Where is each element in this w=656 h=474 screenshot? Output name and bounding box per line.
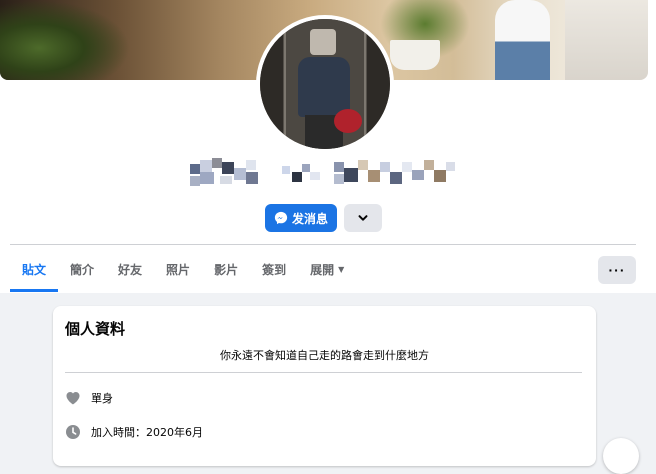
ellipsis-icon: ··· [608, 262, 626, 278]
floating-action-button[interactable] [603, 438, 639, 474]
joined-date-text: 加入時間：2020年6月 [91, 426, 203, 439]
profile-tabs: 貼文 簡介 好友 照片 影片 簽到 展開 ▼ [10, 246, 356, 292]
tab-photos[interactable]: 照片 [154, 246, 202, 292]
header-divider [10, 244, 636, 245]
caret-down-icon: ▼ [338, 264, 345, 274]
tab-checkins[interactable]: 簽到 [250, 246, 298, 292]
send-message-button[interactable]: 发消息 [265, 204, 337, 232]
tab-more[interactable]: 展開 ▼ [298, 246, 356, 292]
tab-posts[interactable]: 貼文 [10, 246, 59, 292]
messenger-icon [274, 211, 288, 225]
relationship-status-row: 單身 [65, 390, 113, 406]
intro-card: 個人資料 你永遠不會知道自己走的路會走到什麼地方 單身 加入時間：2020年6月 [53, 306, 596, 466]
more-options-button[interactable]: ··· [598, 256, 636, 284]
clock-icon [66, 425, 80, 439]
intro-divider [65, 372, 582, 373]
heart-icon [66, 392, 80, 405]
joined-date-row: 加入時間：2020年6月 [65, 424, 203, 440]
profile-name-pixelated [190, 158, 455, 190]
send-message-label: 发消息 [291, 211, 328, 226]
tab-friends[interactable]: 好友 [106, 246, 154, 292]
chevron-down-icon [358, 215, 368, 221]
tab-about[interactable]: 簡介 [58, 246, 106, 292]
profile-avatar[interactable] [256, 15, 394, 153]
more-actions-button[interactable] [344, 204, 382, 232]
tab-videos[interactable]: 影片 [202, 246, 250, 292]
pixelated-face [310, 29, 336, 55]
intro-bio: 你永遠不會知道自己走的路會走到什麼地方 [220, 349, 429, 362]
relationship-status-text: 單身 [91, 392, 113, 405]
intro-title: 個人資料 [65, 320, 126, 338]
